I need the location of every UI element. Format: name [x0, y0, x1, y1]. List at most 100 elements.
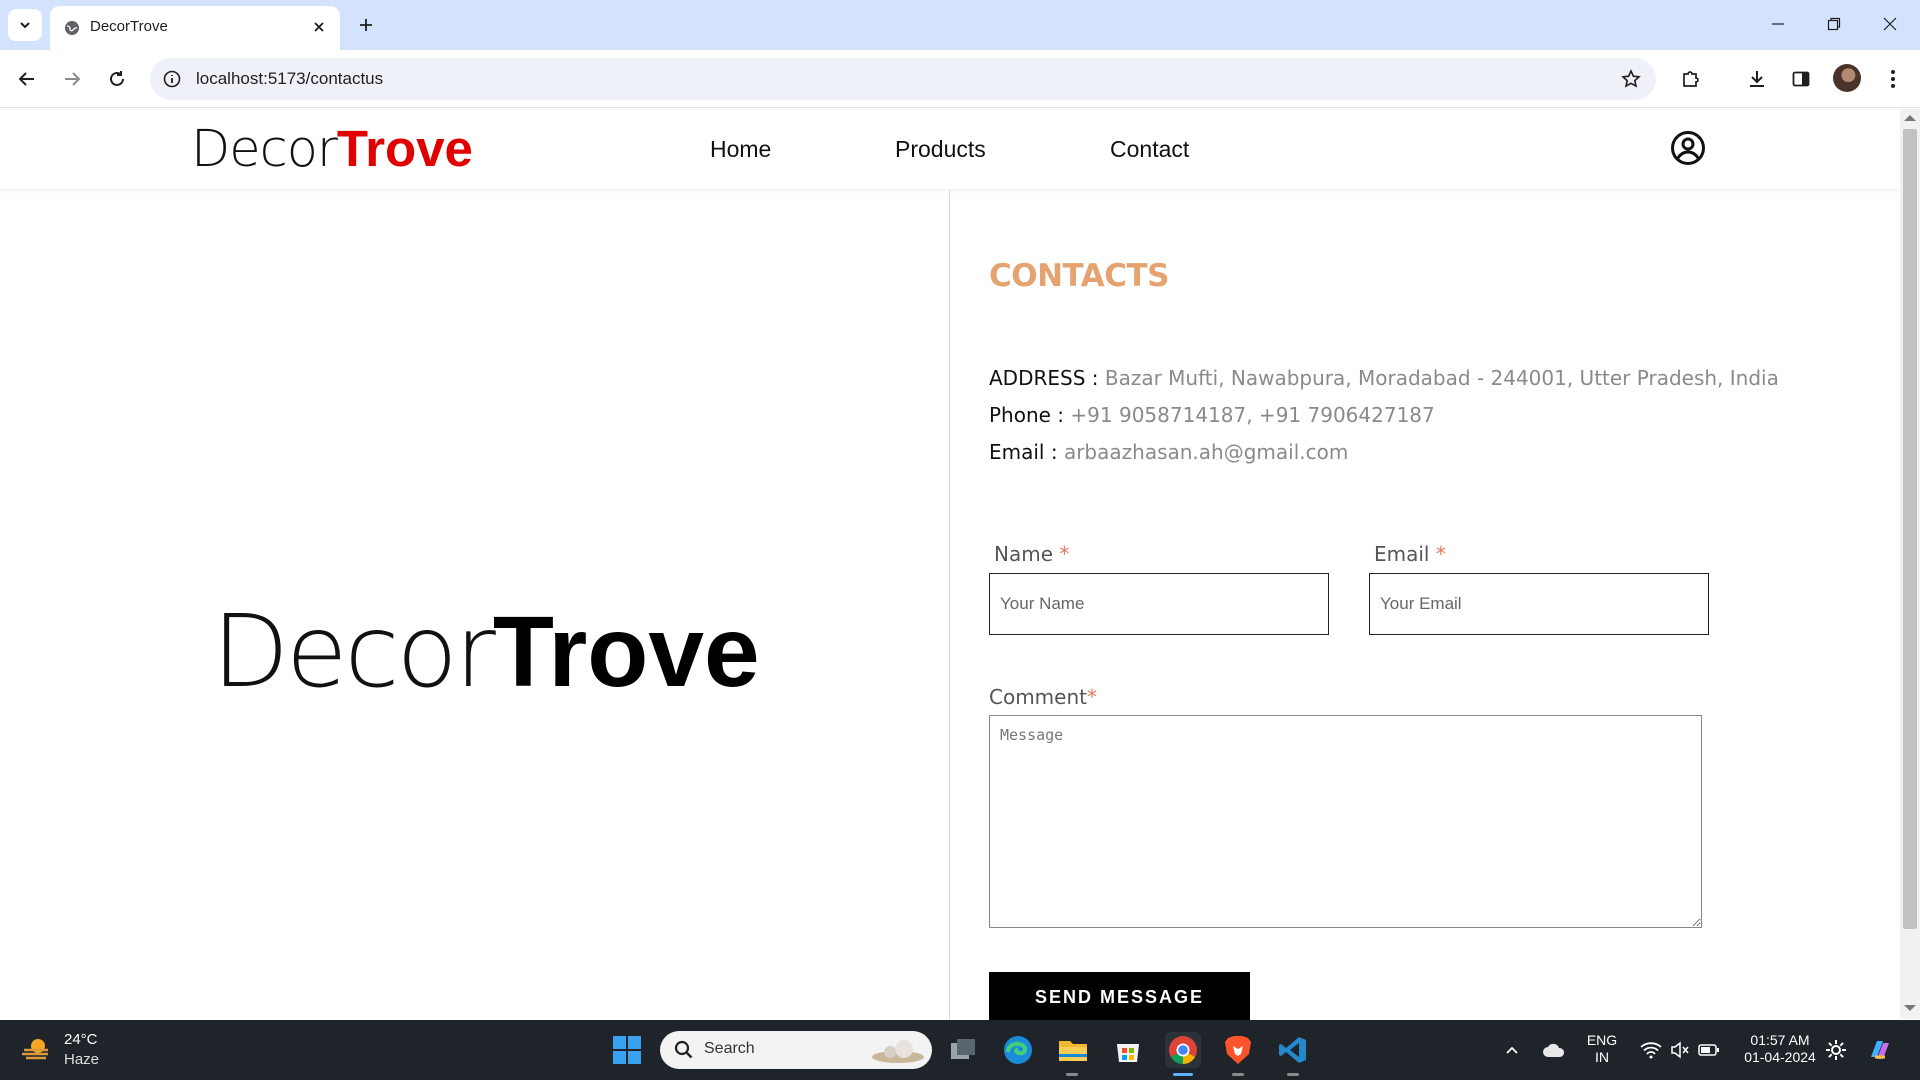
task-view-button[interactable]: [945, 1032, 981, 1068]
copilot-icon: [1871, 1041, 1889, 1059]
edge-icon: [1004, 1036, 1032, 1064]
back-button[interactable]: [11, 63, 43, 95]
download-icon: [1750, 71, 1764, 87]
search-icon: [674, 1040, 693, 1059]
battery-icon: [1698, 1044, 1719, 1056]
store-app[interactable]: [1110, 1032, 1146, 1068]
plus-icon: [360, 19, 372, 31]
vscode-icon: [1279, 1037, 1306, 1063]
weather-description: Haze: [64, 1051, 100, 1068]
site-header: DecorTrove Home Products Contact: [0, 109, 1900, 189]
folder-icon: [1059, 1041, 1087, 1061]
tab-list-button[interactable]: [8, 9, 42, 41]
show-hidden-icons-button[interactable]: [1494, 1032, 1530, 1068]
scroll-down-arrow[interactable]: [1904, 1005, 1916, 1011]
vscode-app[interactable]: [1275, 1032, 1311, 1068]
email-line: Email : arbaazhasan.ah@gmail.com: [989, 440, 1348, 464]
phone-label: Phone :: [989, 403, 1071, 427]
quick-settings-button[interactable]: [1630, 1032, 1730, 1068]
chrome-app[interactable]: [1165, 1032, 1201, 1068]
email-input[interactable]: [1369, 573, 1709, 635]
hero-logo: DecorTrove: [212, 592, 760, 712]
restore-button[interactable]: [1814, 8, 1854, 40]
chrome-icon: [1169, 1036, 1197, 1064]
cloud-icon: [1543, 1043, 1565, 1057]
clock[interactable]: 01:57 AM 01-04-2024: [1736, 1032, 1824, 1066]
more-icon: [1891, 70, 1895, 88]
language-code: ENG: [1586, 1032, 1618, 1048]
scroll-thumb[interactable]: [1903, 129, 1917, 929]
side-panel-button[interactable]: [1785, 63, 1817, 95]
reload-button[interactable]: [101, 63, 133, 95]
back-icon: [18, 72, 34, 86]
chevron-up-icon: [1506, 1046, 1518, 1054]
downloads-button[interactable]: [1741, 63, 1773, 95]
globe-icon: [65, 21, 79, 35]
name-required-mark: *: [1059, 542, 1070, 566]
browser-tab-strip: DecorTrove: [0, 0, 1920, 50]
site-info-button[interactable]: [160, 67, 184, 91]
comment-field-label: Comment*: [989, 685, 1097, 709]
user-account-icon[interactable]: [1670, 130, 1706, 166]
bookmark-button[interactable]: [1618, 66, 1644, 92]
forward-button[interactable]: [56, 63, 88, 95]
minimize-button[interactable]: [1758, 8, 1798, 40]
logo-decor-text: Decor: [191, 120, 338, 179]
nav-home[interactable]: Home: [710, 136, 771, 163]
address-bar[interactable]: localhost:5173/contactus: [150, 58, 1656, 100]
new-tab-button[interactable]: [352, 11, 380, 39]
comment-textarea[interactable]: [989, 715, 1702, 928]
close-tab-button[interactable]: [308, 16, 330, 38]
phone-value: +91 9058714187, +91 7906427187: [1070, 403, 1435, 427]
haze-sun-icon: [22, 1039, 48, 1060]
comment-required-mark: *: [1087, 685, 1097, 709]
menu-button[interactable]: [1877, 63, 1909, 95]
extensions-button[interactable]: [1675, 63, 1707, 95]
edge-app[interactable]: [1000, 1032, 1036, 1068]
windows-logo-icon: [613, 1036, 641, 1064]
vscode-indicator: [1287, 1073, 1299, 1076]
name-label-text: Name: [994, 542, 1060, 566]
minimize-icon: [1772, 23, 1784, 25]
restore-icon: [1827, 17, 1841, 31]
nav-products[interactable]: Products: [895, 136, 986, 163]
profile-avatar[interactable]: [1833, 64, 1861, 92]
scroll-up-arrow[interactable]: [1904, 115, 1916, 121]
contacts-heading: CONTACTS: [989, 258, 1170, 294]
clock-date: 01-04-2024: [1744, 1049, 1816, 1065]
notifications-button[interactable]: [1818, 1032, 1854, 1068]
brave-app[interactable]: [1220, 1032, 1256, 1068]
hero-logo-decor: Decor: [212, 593, 496, 710]
search-placeholder: Search: [704, 1040, 755, 1057]
weather-widget[interactable]: 24°C Haze: [20, 1030, 140, 1070]
task-view-icon: [951, 1039, 975, 1059]
windows-taskbar: 24°C Haze Search ENG IN 01:57 AM 01-04-2…: [0, 1020, 1920, 1080]
name-input[interactable]: [989, 573, 1329, 635]
start-button[interactable]: [609, 1032, 645, 1068]
page-scrollbar[interactable]: [1900, 109, 1920, 1019]
send-message-button[interactable]: SEND MESSAGE: [989, 972, 1250, 1022]
site-logo[interactable]: DecorTrove: [191, 119, 473, 180]
email-field-label: Email *: [1374, 542, 1446, 566]
email-value: arbaazhasan.ah@gmail.com: [1063, 440, 1349, 464]
sidepanel-icon: [1792, 71, 1810, 87]
file-explorer-app[interactable]: [1055, 1032, 1091, 1068]
onedrive-button[interactable]: [1536, 1032, 1572, 1068]
hero-logo-trove: Trove: [492, 596, 760, 708]
address-label: ADDRESS :: [989, 366, 1105, 390]
window-close-icon: [1883, 17, 1897, 31]
address-value: Bazar Mufti, Nawabpura, Moradabad - 2440…: [1104, 366, 1779, 390]
browser-tab[interactable]: DecorTrove: [50, 6, 340, 50]
file-explorer-indicator: [1066, 1073, 1078, 1076]
copilot-button[interactable]: [1862, 1032, 1898, 1068]
chevron-down-icon: [20, 22, 30, 29]
language-indicator[interactable]: ENG IN: [1580, 1032, 1624, 1066]
gear-icon: [1826, 1040, 1846, 1060]
wifi-icon: [1640, 1042, 1662, 1059]
taskbar-search[interactable]: Search: [660, 1031, 932, 1069]
language-region: IN: [1595, 1049, 1609, 1065]
nav-contact[interactable]: Contact: [1110, 136, 1189, 163]
chrome-indicator: [1173, 1073, 1193, 1076]
window-close-button[interactable]: [1870, 8, 1910, 40]
email-required-mark: *: [1435, 542, 1446, 566]
